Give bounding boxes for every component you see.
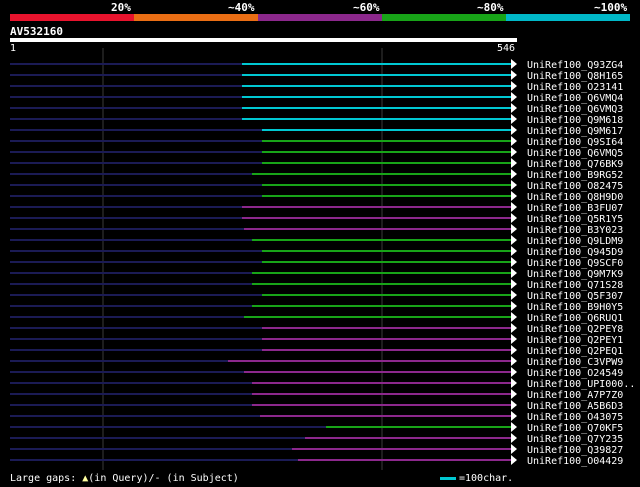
hit-label: UniRef100_O82475 bbox=[527, 181, 623, 192]
hit-arrow-icon bbox=[511, 136, 517, 146]
hit-label: UniRef100_Q945D9 bbox=[527, 247, 623, 258]
hit-arrow-icon bbox=[511, 378, 517, 388]
scale-key-label: =100char. bbox=[459, 473, 514, 484]
hit-arrow-icon bbox=[511, 125, 517, 135]
hit-label: UniRef100_Q6VMQ5 bbox=[527, 148, 623, 159]
hit-arrow-icon bbox=[511, 433, 517, 443]
hit-arrow-icon bbox=[511, 147, 517, 157]
hit-label: UniRef100_O23141 bbox=[527, 82, 623, 93]
hit-arrow-icon bbox=[511, 92, 517, 102]
hit-label: UniRef100_Q8H9D0 bbox=[527, 192, 623, 203]
hit-arrow-icon bbox=[511, 444, 517, 454]
hit-label: UniRef100_Q2PEY8 bbox=[527, 324, 623, 335]
hit-label: UniRef100_Q6VMQ3 bbox=[527, 104, 623, 115]
hit-label: UniRef100_Q9M7K9 bbox=[527, 269, 623, 280]
hit-arrow-icon bbox=[511, 81, 517, 91]
hit-arrow-icon bbox=[511, 59, 517, 69]
hit-label: UniRef100_C3VPW9 bbox=[527, 357, 623, 368]
hit-arrow-icon bbox=[511, 169, 517, 179]
hit-arrow-icon bbox=[511, 455, 517, 465]
hit-label: UniRef100_Q6RUQ1 bbox=[527, 313, 623, 324]
hit-arrow-icon bbox=[511, 224, 517, 234]
hit-label: UniRef100_Q5F307 bbox=[527, 291, 623, 302]
hit-arrow-icon bbox=[511, 180, 517, 190]
hit-arrow-icon bbox=[511, 70, 517, 80]
hit-arrow-icon bbox=[511, 191, 517, 201]
hit-label: UniRef100_UPI000.. bbox=[527, 379, 635, 390]
scale-key-line bbox=[440, 476, 456, 480]
hit-arrow-icon bbox=[511, 257, 517, 267]
hit-label: UniRef100_Q8H165 bbox=[527, 71, 623, 82]
hit-label: UniRef100_O04429 bbox=[527, 456, 623, 467]
hit-arrow-icon bbox=[511, 389, 517, 399]
gap-legend-detail: (in Query)/- (in Subject) bbox=[88, 473, 239, 484]
hit-label: UniRef100_A7P7Z0 bbox=[527, 390, 623, 401]
hit-arrow-icon bbox=[511, 235, 517, 245]
hit-label: UniRef100_Q70KF5 bbox=[527, 423, 623, 434]
alignment-plot: UniRef100_Q93ZG4UniRef100_Q8H165UniRef10… bbox=[10, 48, 635, 470]
gap-legend-label: Large gaps: bbox=[10, 473, 83, 484]
hit-label: UniRef100_Q71S28 bbox=[527, 280, 623, 291]
hit-arrow-icon bbox=[511, 268, 517, 278]
hit-label: UniRef100_Q9LDM9 bbox=[527, 236, 623, 247]
hit-arrow-icon bbox=[511, 422, 517, 432]
hit-arrow-icon bbox=[511, 301, 517, 311]
hit-arrow-icon bbox=[511, 345, 517, 355]
scale-key: =100char. bbox=[440, 473, 513, 484]
hit-arrow-icon bbox=[511, 334, 517, 344]
hit-arrow-icon bbox=[511, 103, 517, 113]
hit-arrow-icon bbox=[511, 400, 517, 410]
hit-arrow-icon bbox=[511, 367, 517, 377]
hit-arrow-icon bbox=[511, 312, 517, 322]
hit-arrow-icon bbox=[511, 411, 517, 421]
hit-label: UniRef100_A5B6D3 bbox=[527, 401, 623, 412]
hit-label: UniRef100_Q9SCF0 bbox=[527, 258, 623, 269]
hit-arrow-icon bbox=[511, 290, 517, 300]
hit-label: UniRef100_O43075 bbox=[527, 412, 623, 423]
hit-label: UniRef100_Q2PEY1 bbox=[527, 335, 623, 346]
gap-legend: Large gaps: ▲(in Query)/- (in Subject) bbox=[10, 473, 239, 484]
hit-label: UniRef100_Q9SI64 bbox=[527, 137, 623, 148]
hit-label: UniRef100_Q6VMQ4 bbox=[527, 93, 623, 104]
hit-label: UniRef100_Q39827 bbox=[527, 445, 623, 456]
hit-label: UniRef100_B9RG52 bbox=[527, 170, 623, 181]
hit-label: UniRef100_B3Y023 bbox=[527, 225, 623, 236]
hit-label: UniRef100_Q9M617 bbox=[527, 126, 623, 137]
hit-label: UniRef100_Q76BK9 bbox=[527, 159, 623, 170]
hit-arrow-icon bbox=[511, 356, 517, 366]
hit-label: UniRef100_Q2PEQ1 bbox=[527, 346, 623, 357]
hit-arrow-icon bbox=[511, 279, 517, 289]
hit-label: UniRef100_Q5R1Y5 bbox=[527, 214, 623, 225]
hit-label: UniRef100_O24549 bbox=[527, 368, 623, 379]
hit-label: UniRef100_Q7Y235 bbox=[527, 434, 623, 445]
hit-arrow-icon bbox=[511, 114, 517, 124]
hit-arrow-icon bbox=[511, 323, 517, 333]
hit-label: UniRef100_Q93ZG4 bbox=[527, 60, 623, 71]
hit-label: UniRef100_B9H0Y5 bbox=[527, 302, 623, 313]
hit-label: UniRef100_Q9M618 bbox=[527, 115, 623, 126]
hit-arrow-icon bbox=[511, 202, 517, 212]
hit-arrow-icon bbox=[511, 158, 517, 168]
hit-arrow-icon bbox=[511, 246, 517, 256]
hit-label: UniRef100_B3FU07 bbox=[527, 203, 623, 214]
hit-arrow-icon bbox=[511, 213, 517, 223]
